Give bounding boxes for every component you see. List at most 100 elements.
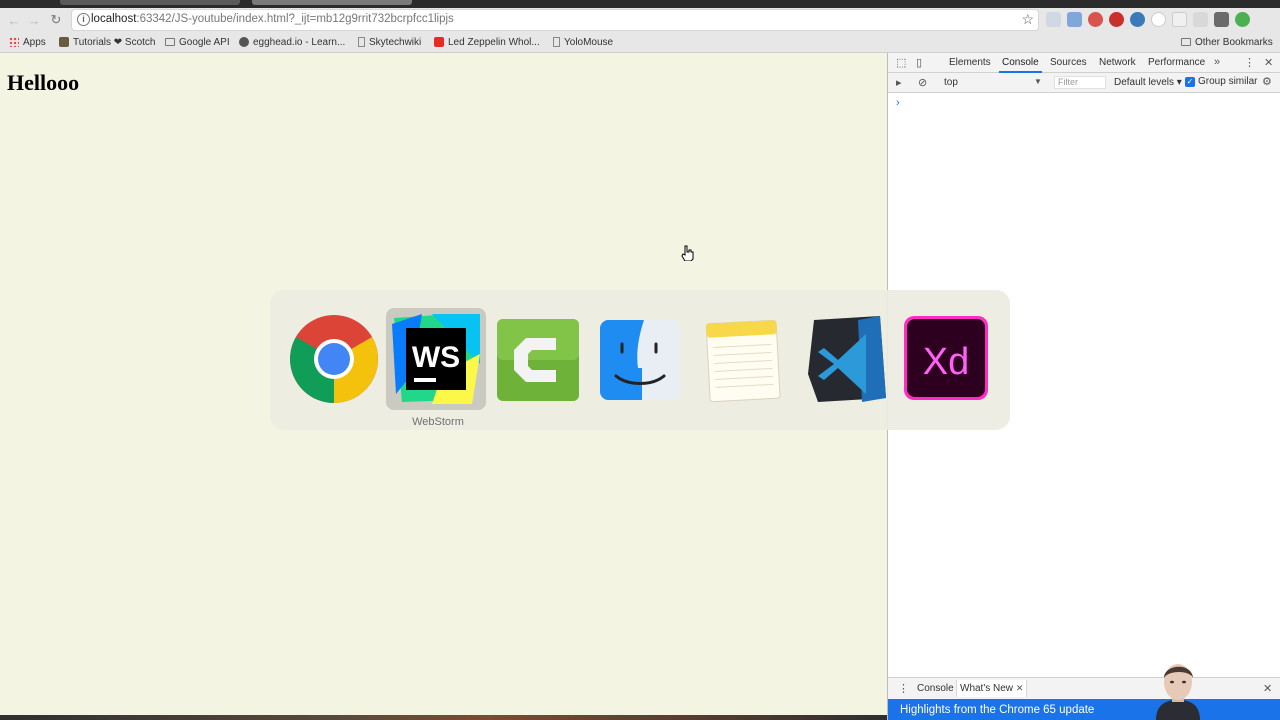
bookmark-label: Google API	[179, 36, 230, 48]
gear-icon[interactable]: ⚙	[1262, 75, 1272, 88]
egghead-icon	[239, 37, 249, 47]
bookmark-skytechwiki[interactable]: Skytechwiki	[358, 35, 421, 49]
dock-strip	[0, 715, 887, 720]
bookmark-label: Tutorials ❤ Scotch	[73, 36, 156, 48]
folder-icon	[165, 38, 175, 46]
reload-button[interactable]: ↻	[48, 12, 64, 28]
extension-icon[interactable]	[1193, 12, 1208, 27]
app-notes[interactable]	[692, 308, 792, 410]
browser-tab[interactable]	[60, 0, 240, 5]
app-camtasia[interactable]	[488, 308, 588, 410]
bookmark-google-api[interactable]: Google API	[165, 35, 230, 49]
webcam-person-image	[1156, 664, 1200, 720]
extension-icon[interactable]	[1067, 12, 1082, 27]
folder-icon	[1181, 38, 1191, 46]
bookmark-star-icon[interactable]: ☆	[1021, 11, 1034, 28]
chrome-icon	[290, 315, 378, 403]
bookmark-label: Led Zeppelin Whol...	[448, 36, 540, 48]
extension-icon[interactable]	[1109, 12, 1124, 27]
extension-icon[interactable]	[1046, 12, 1061, 27]
more-tabs-icon[interactable]: »	[1214, 56, 1220, 68]
bookmark-label: egghead.io - Learn...	[253, 36, 346, 48]
browser-tab-active[interactable]	[252, 0, 412, 5]
bookmark-label: Skytechwiki	[369, 36, 422, 48]
log-levels-dropdown[interactable]: Default levels ▾	[1114, 77, 1182, 88]
hand-cursor-icon	[681, 245, 694, 261]
bookmark-apps[interactable]: Apps	[9, 35, 46, 49]
apps-grid-icon	[9, 37, 19, 47]
bookmark-yolomouse[interactable]: YoloMouse	[553, 35, 613, 49]
close-drawer-icon[interactable]: ✕	[1263, 682, 1272, 695]
chevron-down-icon[interactable]: ▼	[1034, 77, 1042, 86]
tab-sources[interactable]: Sources	[1050, 57, 1087, 68]
device-toolbar-icon[interactable]: ▯	[916, 56, 922, 69]
app-webstorm[interactable]: WS	[386, 308, 486, 410]
browser-toolbar: ← → ↻ i localhost:63342/JS-youtube/index…	[0, 8, 1280, 32]
app-vscode[interactable]	[794, 308, 894, 410]
adobe-xd-icon: Xd	[904, 316, 988, 400]
youtube-icon	[434, 37, 444, 47]
bookmark-egghead[interactable]: egghead.io - Learn...	[239, 35, 345, 49]
tab-strip	[0, 0, 1280, 8]
filter-input[interactable]: Filter	[1054, 76, 1106, 89]
drawer-tab-label: What's New	[960, 683, 1014, 694]
extension-icon[interactable]	[1088, 12, 1103, 27]
page-heading: Hellooo	[7, 70, 80, 95]
selected-app-label: WebStorm	[412, 416, 464, 428]
bookmark-label: YoloMouse	[564, 36, 614, 48]
console-prompt[interactable]: ›	[896, 97, 900, 109]
svg-text:WS: WS	[412, 341, 460, 374]
page-icon	[553, 37, 560, 47]
group-similar-label: Group similar	[1198, 76, 1258, 87]
inspect-element-icon[interactable]: ⬚	[896, 56, 906, 69]
camtasia-icon	[497, 319, 579, 401]
vscode-icon	[808, 316, 886, 402]
close-icon[interactable]: ✕	[1016, 683, 1024, 693]
banner-text: Highlights from the Chrome 65 update	[900, 704, 1095, 716]
checkbox-checked-icon[interactable]: ✓	[1185, 76, 1195, 87]
tab-performance[interactable]: Performance	[1148, 57, 1205, 68]
console-toolbar: ▸ ⊘ top ▼ Filter Default levels ▾ ✓ Grou…	[888, 73, 1280, 93]
close-icon[interactable]: ✕	[1264, 56, 1273, 69]
url-path: :63342/JS-youtube/index.html?_ijt=mb12g9…	[136, 13, 454, 25]
drawer-tabbar: ⋮ Console What's New ✕ ✕	[888, 677, 1280, 699]
app-adobe-xd[interactable]: Xd	[896, 308, 996, 410]
url-host: localhost	[91, 13, 137, 25]
extension-icon[interactable]	[1151, 12, 1166, 27]
drawer-tab-whats-new[interactable]: What's New ✕	[956, 680, 1028, 697]
app-finder[interactable]	[590, 308, 690, 410]
drawer-tab-console[interactable]: Console	[917, 683, 954, 694]
tab-console[interactable]: Console	[999, 57, 1042, 73]
extension-icon[interactable]	[1130, 12, 1145, 27]
tab-network[interactable]: Network	[1099, 57, 1136, 68]
group-similar-checkbox[interactable]: ✓ Group similar	[1185, 76, 1257, 87]
info-icon[interactable]: i	[77, 13, 90, 26]
scotch-icon	[59, 37, 69, 47]
bookmark-tutorials[interactable]: Tutorials ❤ Scotch	[59, 35, 155, 49]
url-text[interactable]: localhost:63342/JS-youtube/index.html?_i…	[91, 13, 454, 25]
whats-new-banner: Highlights from the Chrome 65 update	[888, 699, 1280, 720]
forward-button[interactable]: →	[26, 12, 42, 28]
kebab-menu-icon[interactable]: ⋮	[1244, 56, 1255, 69]
bookmark-led-zeppelin[interactable]: Led Zeppelin Whol...	[434, 35, 540, 49]
address-bar[interactable]: i localhost:63342/JS-youtube/index.html?…	[72, 10, 1038, 30]
webstorm-icon: WS	[392, 314, 480, 404]
bookmarks-bar: Apps Tutorials ❤ Scotch Google API egghe…	[0, 32, 1280, 53]
tab-elements[interactable]: Elements	[949, 57, 991, 68]
page-icon	[358, 37, 365, 47]
bookmark-label: Other Bookmarks	[1195, 36, 1273, 48]
bookmark-label: Apps	[23, 36, 46, 48]
sidebar-toggle-icon[interactable]: ▸	[896, 76, 902, 89]
clear-console-icon[interactable]: ⊘	[918, 76, 927, 89]
extension-icons	[1046, 12, 1250, 28]
extension-icon[interactable]	[1235, 12, 1250, 27]
drawer-menu-icon[interactable]: ⋮	[898, 682, 909, 695]
app-chrome[interactable]	[284, 308, 384, 410]
app-switcher: WS Xd WebStorm	[270, 290, 1010, 430]
context-selector[interactable]: top	[944, 77, 958, 88]
extension-icon[interactable]	[1214, 12, 1229, 27]
bookmark-other[interactable]: Other Bookmarks	[1181, 35, 1273, 49]
notes-icon	[705, 319, 781, 403]
back-button[interactable]: ←	[6, 12, 22, 28]
extension-icon[interactable]	[1172, 12, 1187, 27]
